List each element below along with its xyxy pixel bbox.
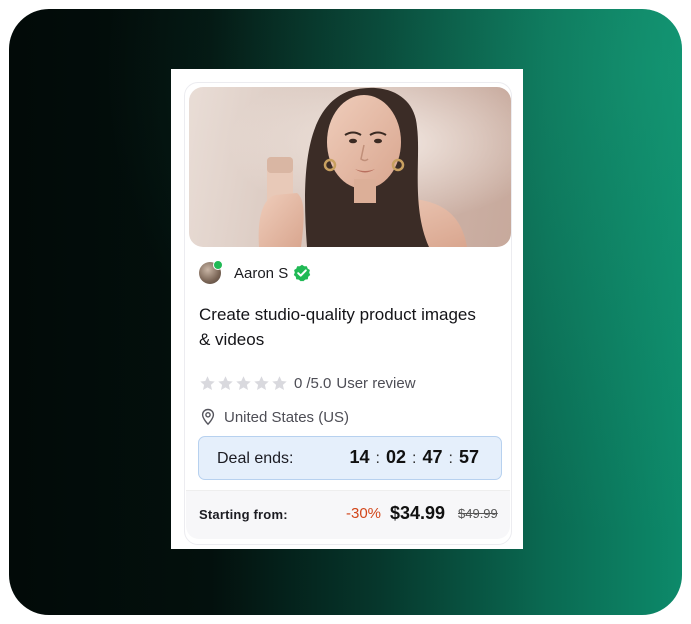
timer-separator: : <box>375 450 380 467</box>
seller-info[interactable]: Aaron S <box>199 260 311 285</box>
verified-badge-icon <box>294 264 311 282</box>
starting-from-label: Starting from: <box>199 507 288 522</box>
countdown-timer: 14 : 02 : 47 : 57 <box>350 447 479 468</box>
timer-seconds: 47 <box>422 447 443 467</box>
deal-label: Deal ends: <box>217 450 294 467</box>
location-text: United States (US) <box>224 408 350 426</box>
star-icon <box>254 375 269 390</box>
timer-separator: : <box>412 450 417 467</box>
star-icon <box>218 375 233 390</box>
rating-stars <box>199 375 288 392</box>
timer-hours: 14 <box>349 447 370 467</box>
online-status-dot <box>213 260 223 270</box>
star-icon <box>272 375 287 390</box>
timer-separator: : <box>448 450 453 467</box>
deal-countdown: Deal ends: 14 : 02 : 47 : 57 <box>198 436 502 480</box>
location-row: United States (US) <box>199 407 349 427</box>
price-row[interactable]: Starting from: -30% $34.99 $49.99 <box>186 490 510 539</box>
star-icon <box>236 375 251 390</box>
star-icon <box>200 375 215 390</box>
rating-value: 0 <box>294 374 303 392</box>
product-card[interactable]: Aaron S Create studio-quality product im… <box>184 82 512 545</box>
rating-row: 0 /5.0 User review <box>199 373 416 393</box>
current-price: $34.99 <box>390 503 446 523</box>
original-price: $49.99 <box>458 506 498 521</box>
product-image[interactable] <box>189 87 511 247</box>
seller-avatar[interactable] <box>199 260 223 284</box>
rating-scale: /5.0 <box>306 374 332 392</box>
location-pin-icon <box>201 408 215 426</box>
product-card-panel: Aaron S Create studio-quality product im… <box>171 69 523 549</box>
listing-title[interactable]: Create studio-quality product images & v… <box>199 302 489 352</box>
seller-name[interactable]: Aaron S <box>234 265 288 282</box>
timer-frames: 57 <box>458 447 479 467</box>
timer-minutes: 02 <box>386 447 407 467</box>
rating-label[interactable]: User review <box>336 375 415 392</box>
product-photo-illustration <box>189 87 511 247</box>
discount-badge: -30% <box>346 505 382 522</box>
